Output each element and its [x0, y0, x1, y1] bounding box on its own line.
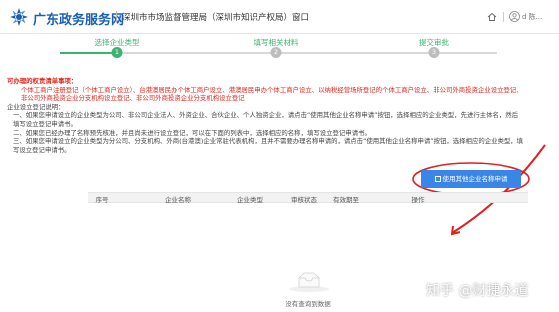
name-table: 序号 企业名称 企业类型 审核状态 有效期至 操作 没有查询到数据 [88, 192, 528, 308]
site-brand[interactable]: 广东政务服务网 [33, 9, 124, 28]
col-company-name: 企业名称 [165, 196, 191, 204]
step-2-dot: 2 [270, 47, 282, 58]
window-title: 深圳市市场监督管理局（深圳市知识产权局）窗口 [122, 13, 310, 23]
notice-item-2: 二、如果您已经办理了名称预先核准，并且尚未进行设立登记，可以在下面的列表中，选择… [13, 128, 371, 137]
edit-icon [434, 176, 441, 182]
notice-title: 可办理的权责清单事项： [7, 77, 78, 85]
col-valid-until: 有效期至 [333, 196, 359, 204]
top-bar: 广东政务服务网 深圳市市场监督管理局（深圳市知识产权局）窗口 d 陈... [0, 0, 559, 34]
notice-block: 可办理的权责清单事项： 个体工商户注册登记（个体工商户设立）、台港澳居民办个体工… [7, 77, 524, 154]
guangdong-logo-icon [10, 8, 28, 26]
use-other-name-button[interactable]: 使用其他企业名称申请 [421, 170, 521, 188]
use-other-name-label: 使用其他企业名称申请 [442, 175, 508, 183]
step-3-dot: 3 [428, 47, 440, 58]
notice-item-1: 一、如果您申请设立的企业类型为公司、非公司企业法人、外资企业、合伙企业、个人独资… [13, 111, 519, 128]
step-line-pending [117, 52, 497, 54]
home-icon[interactable] [487, 12, 497, 22]
user-name[interactable]: d 陈... [522, 12, 542, 22]
header-divider [116, 11, 117, 23]
notice-item-3: 三、如果您申请设立的企业类型为分公司、分支机构、外商(台港澳)企业常驻代表机构，… [13, 137, 524, 154]
step-line-done [60, 52, 117, 54]
empty-box-icon [289, 272, 329, 292]
header-divider-right [503, 12, 504, 22]
watermark: 知乎 @财捷永道 [426, 283, 529, 299]
col-review-status: 审核状态 [291, 196, 317, 204]
col-actions: 操作 [411, 196, 425, 204]
table-header: 序号 企业名称 企业类型 审核状态 有效期至 操作 [88, 192, 528, 204]
step-1-dot: 1 [111, 47, 123, 58]
notice-red-text: 个体工商户注册登记（个体工商户设立）、台港澳居民办个体工商户设立、港澳居民申办个… [21, 85, 523, 103]
col-index: 序号 [95, 196, 109, 204]
user-icon[interactable] [509, 11, 520, 22]
step-indicator: 选择企业类型 1 填写相关材料 2 提交审批 3 [0, 34, 559, 64]
col-company-type: 企业类型 [237, 196, 263, 204]
